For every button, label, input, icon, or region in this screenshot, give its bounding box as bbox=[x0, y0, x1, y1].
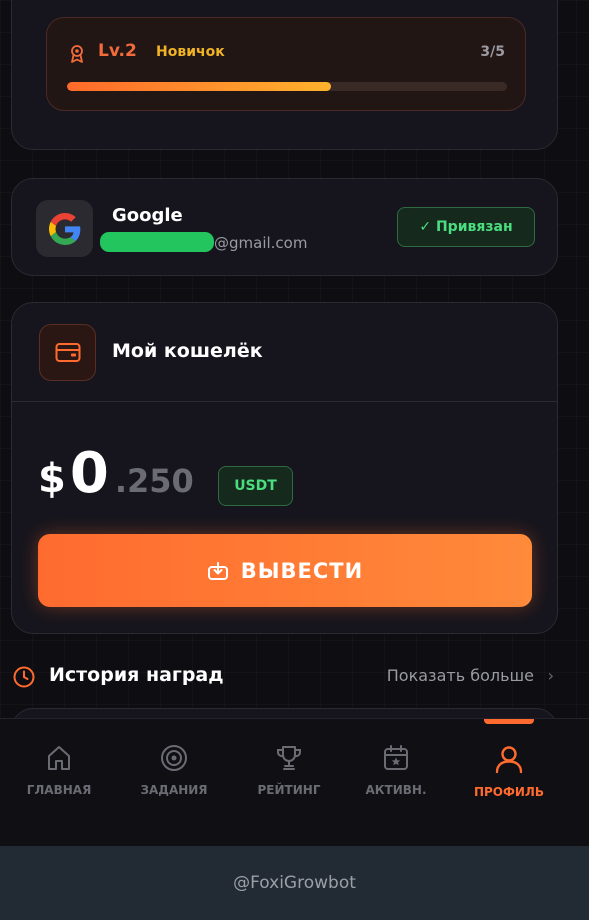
level-rank: Новичок bbox=[156, 44, 225, 60]
nav-label-tasks: ЗАДАНИЯ bbox=[140, 783, 208, 797]
withdraw-icon bbox=[207, 561, 228, 580]
chevron-right-icon[interactable]: › bbox=[548, 666, 554, 685]
home-icon bbox=[48, 746, 70, 770]
trophy-icon bbox=[277, 746, 301, 770]
wallet-card: Мой кошелёк $ 0 .250 USDT ВЫВЕСТИ bbox=[11, 302, 558, 634]
wallet-title: Мой кошелёк bbox=[112, 340, 263, 362]
bot-name-footer: @FoxiGrowbot bbox=[0, 846, 589, 920]
nav-item-tasks[interactable]: ЗАДАНИЯ bbox=[124, 743, 224, 797]
medal-icon bbox=[71, 45, 83, 63]
currency-badge: USDT bbox=[218, 466, 293, 506]
google-logo-icon bbox=[36, 200, 93, 257]
balance-decimal: .250 bbox=[114, 462, 194, 500]
bottom-navigation: ГЛАВНАЯ ЗАДАНИЯ РЕЙТИНГ АКТИВН. ПРОФИЛЬ bbox=[0, 718, 589, 846]
clock-icon bbox=[13, 666, 35, 688]
calendar-icon bbox=[384, 745, 408, 770]
reward-history-title: История наград bbox=[49, 664, 224, 686]
level-card: Lv.2 Новичок 3/5 bbox=[11, 0, 558, 150]
balance-integer: 0 bbox=[69, 441, 109, 506]
nav-label-activity: АКТИВН. bbox=[365, 783, 427, 797]
withdraw-button[interactable]: ВЫВЕСТИ bbox=[38, 534, 532, 607]
level-progress-count: 3/5 bbox=[480, 44, 505, 60]
nav-item-rating[interactable]: РЕЙТИНГ bbox=[239, 743, 339, 797]
nav-label-rating: РЕЙТИНГ bbox=[257, 783, 321, 797]
nav-active-indicator bbox=[484, 719, 534, 724]
linked-status-badge: ✓ Привязан bbox=[397, 207, 535, 247]
nav-item-activity[interactable]: АКТИВН. bbox=[346, 743, 446, 797]
nav-label-profile: ПРОФИЛЬ bbox=[473, 785, 545, 799]
reward-history-header: История наград Показать больше › bbox=[12, 660, 558, 694]
target-icon bbox=[161, 745, 187, 771]
google-email: @gmail.com bbox=[214, 234, 308, 252]
level-panel: Lv.2 Новичок 3/5 bbox=[46, 17, 526, 111]
nav-item-home[interactable]: ГЛАВНАЯ bbox=[9, 743, 109, 797]
level-progress-bar bbox=[67, 82, 507, 91]
level-number: Lv.2 bbox=[98, 41, 137, 61]
google-account-card: Google @gmail.com ✓ Привязан bbox=[11, 178, 558, 276]
withdraw-label: ВЫВЕСТИ bbox=[240, 558, 364, 583]
balance-currency-symbol: $ bbox=[38, 456, 66, 502]
nav-label-home: ГЛАВНАЯ bbox=[26, 783, 92, 797]
wallet-icon bbox=[39, 324, 96, 381]
level-progress-fill bbox=[67, 82, 331, 91]
wallet-divider bbox=[12, 401, 557, 402]
email-redaction-mark bbox=[100, 232, 214, 252]
nav-item-profile[interactable]: ПРОФИЛЬ bbox=[459, 743, 559, 799]
user-icon bbox=[495, 746, 523, 774]
wallet-balance: $ 0 .250 bbox=[38, 441, 194, 506]
show-more-link[interactable]: Показать больше bbox=[387, 666, 534, 685]
google-account-title: Google bbox=[112, 205, 183, 226]
